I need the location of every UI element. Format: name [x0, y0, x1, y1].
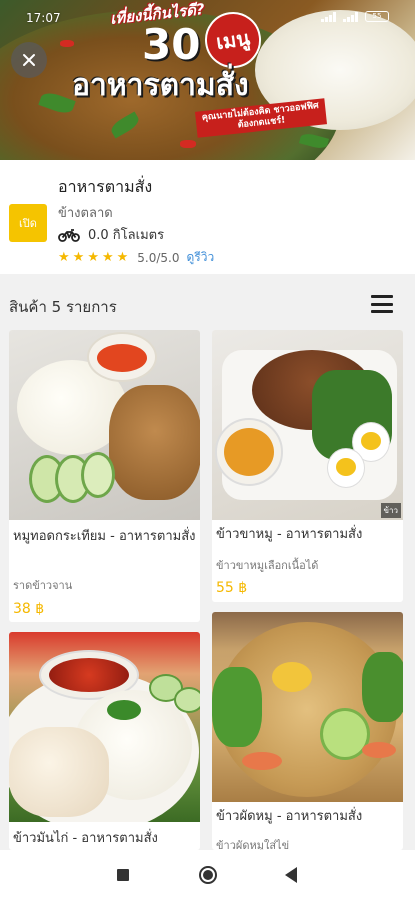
battery-icon: 55	[365, 11, 389, 22]
status-bar: 17:07 55	[0, 0, 415, 34]
carrot	[362, 742, 396, 758]
product-photo: ข้าว	[212, 330, 403, 520]
sauce	[224, 428, 274, 476]
status-icons: 55	[321, 11, 389, 22]
close-button[interactable]	[11, 42, 47, 78]
fried-pork	[109, 385, 200, 500]
review-link[interactable]: ดูรีวิว	[187, 248, 215, 267]
store-area: ข้างตลาด	[58, 206, 113, 221]
product-price: 38 ฿	[13, 601, 45, 617]
distance-text: 0.0 กิโลเมตร	[88, 228, 165, 243]
greens	[212, 667, 262, 747]
motorbike-icon	[58, 228, 80, 242]
banner-chili	[60, 40, 74, 47]
star-icon: ★	[116, 250, 129, 265]
star-icon: ★	[101, 250, 114, 265]
cucumber	[81, 452, 115, 498]
egg-bits	[272, 662, 312, 692]
product-count: สินค้า 5 รายการ	[9, 298, 117, 316]
product-card[interactable]: ข้าว ข้าวขาหมู - อาหารตามสั่ง ข้าวขาหมูเ…	[212, 330, 403, 602]
chili-sauce	[49, 658, 129, 692]
star-icon: ★	[58, 250, 70, 265]
chicken	[9, 727, 109, 817]
product-photo	[212, 612, 403, 802]
store-distance: 0.0 กิโลเมตร	[58, 224, 164, 245]
product-name: ข้าวมันไก่ - อาหารตามสั่ง	[13, 831, 158, 846]
product-list-header: สินค้า 5 รายการ	[0, 282, 415, 326]
promo-banner: เที่ยงนี้กินไรดี? 30 เมนู อาหารตามสั่ง ค…	[0, 0, 415, 160]
open-status-badge: เปิด	[9, 204, 47, 242]
product-desc: ข้าวขาหมูเลือกเนื้อได้	[216, 559, 319, 572]
star-icon: ★	[72, 250, 85, 265]
store-name: อาหารตามสั่ง	[58, 177, 153, 196]
product-desc: ราดข้าวจาน	[13, 579, 73, 592]
system-nav-bar	[0, 850, 415, 900]
close-icon	[23, 54, 35, 66]
carrot	[242, 752, 282, 770]
banner-chili	[180, 140, 196, 148]
hamburger-menu-icon[interactable]	[371, 295, 393, 313]
banner-title: อาหารตามสั่ง	[72, 68, 249, 103]
signal-icon	[321, 11, 337, 22]
product-card[interactable]: หมูทอดกระเทียม - อาหารตามสั่ง ราดข้าวจาน…	[9, 330, 200, 622]
product-photo	[9, 632, 200, 822]
product-name: ข้าวผัดหมู - อาหารตามสั่ง	[216, 809, 363, 824]
product-card[interactable]: ข้าวมันไก่ - อาหารตามสั่ง	[9, 632, 200, 850]
signal-icon	[343, 11, 359, 22]
product-desc: ข้าวผัดหมูใส่ไข่	[216, 839, 290, 850]
star-icon: ★	[87, 250, 99, 265]
sauce	[97, 344, 147, 372]
egg-yolk	[361, 432, 381, 450]
store-rating: ★ ★ ★ ★ ★ 5.0/5.0 ดูรีวิว	[58, 248, 214, 267]
status-time: 17:07	[26, 11, 61, 25]
photo-watermark: ข้าว	[380, 503, 401, 518]
cilantro	[107, 700, 141, 720]
product-card[interactable]: ข้าวผัดหมู - อาหารตามสั่ง ข้าวผัดหมูใส่ไ…	[212, 612, 403, 850]
egg-yolk	[336, 458, 356, 476]
home-button[interactable]	[199, 866, 217, 884]
product-price: 55 ฿	[216, 580, 248, 596]
greens	[362, 652, 403, 722]
product-name: หมูทอดกระเทียม - อาหารตามสั่ง	[13, 529, 196, 544]
recents-button[interactable]	[117, 869, 129, 881]
product-name: ข้าวขาหมู - อาหารตามสั่ง	[216, 527, 363, 542]
store-info: เปิด อาหารตามสั่ง ข้างตลาด 0.0 กิโลเมตร …	[0, 160, 415, 274]
cucumber	[174, 687, 200, 713]
back-button[interactable]	[285, 867, 297, 883]
rating-score: 5.0/5.0	[137, 250, 180, 265]
product-photo	[9, 330, 200, 520]
